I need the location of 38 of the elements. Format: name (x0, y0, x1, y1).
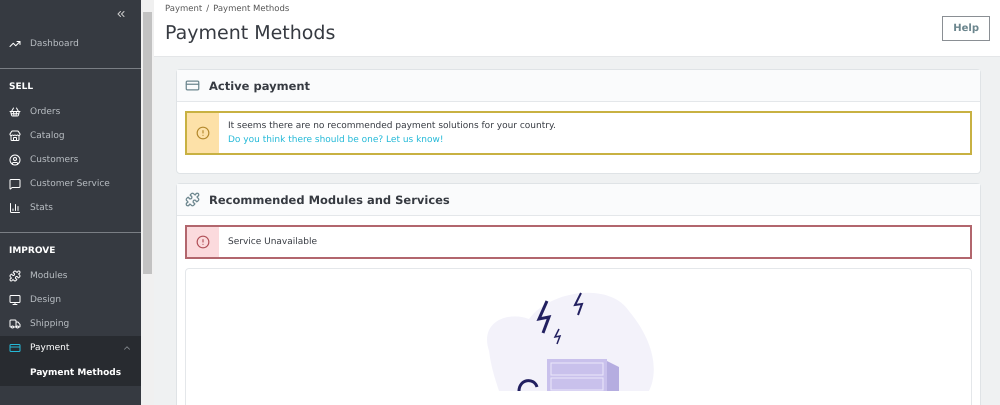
menu-icon (9, 130, 21, 142)
sidebar-item[interactable]: Stats (0, 196, 141, 220)
breadcrumb-link[interactable]: Payment Methods (213, 4, 290, 14)
sidebar-item[interactable]: Customer Service (0, 172, 141, 196)
menu-icon (9, 270, 21, 282)
alert-icon (196, 235, 210, 249)
alert-text: Service Unavailable (228, 237, 318, 247)
section-title: IMPROVE (8, 245, 56, 258)
menu-icon (9, 294, 21, 306)
breadcrumb-link[interactable]: Payment (165, 4, 202, 14)
section-title: SELL (8, 81, 34, 94)
sidebar-item[interactable]: Modules (0, 264, 141, 288)
breadcrumb-separator: / (206, 4, 210, 14)
submenu-item[interactable]: Payment Methods (0, 360, 141, 386)
sidebar-item[interactable]: Shipping (0, 312, 141, 336)
menu-icon (9, 154, 21, 166)
card-title: Active payment (209, 78, 310, 92)
alert-icon (196, 126, 210, 140)
help-button[interactable]: Help (942, 16, 990, 41)
menu-icon (9, 202, 21, 214)
menu-icon (9, 38, 21, 50)
sidebar-item[interactable]: Catalog (0, 124, 141, 148)
menu-icon (9, 178, 21, 190)
sidebar-item[interactable]: Design (0, 288, 141, 312)
card-title: Recommended Modules and Services (209, 192, 450, 206)
sidebar-item[interactable]: Dashboard (0, 32, 141, 56)
scrollbar[interactable] (141, 0, 154, 405)
collapse-icon[interactable] (115, 8, 127, 20)
puzzle-icon (185, 192, 200, 207)
menu-icon (9, 342, 21, 354)
menu-icon (9, 106, 21, 118)
sidebar-item[interactable]: Customers (0, 148, 141, 172)
menu-icon (9, 318, 21, 330)
sidebar-item[interactable]: Orders (0, 100, 141, 124)
credit-card-icon (185, 78, 200, 93)
alert-text: It seems there are no recommended payment solutions for your country. (228, 121, 556, 131)
page-title: Payment Methods (165, 22, 336, 44)
sidebar-item[interactable]: Payment (0, 336, 141, 360)
